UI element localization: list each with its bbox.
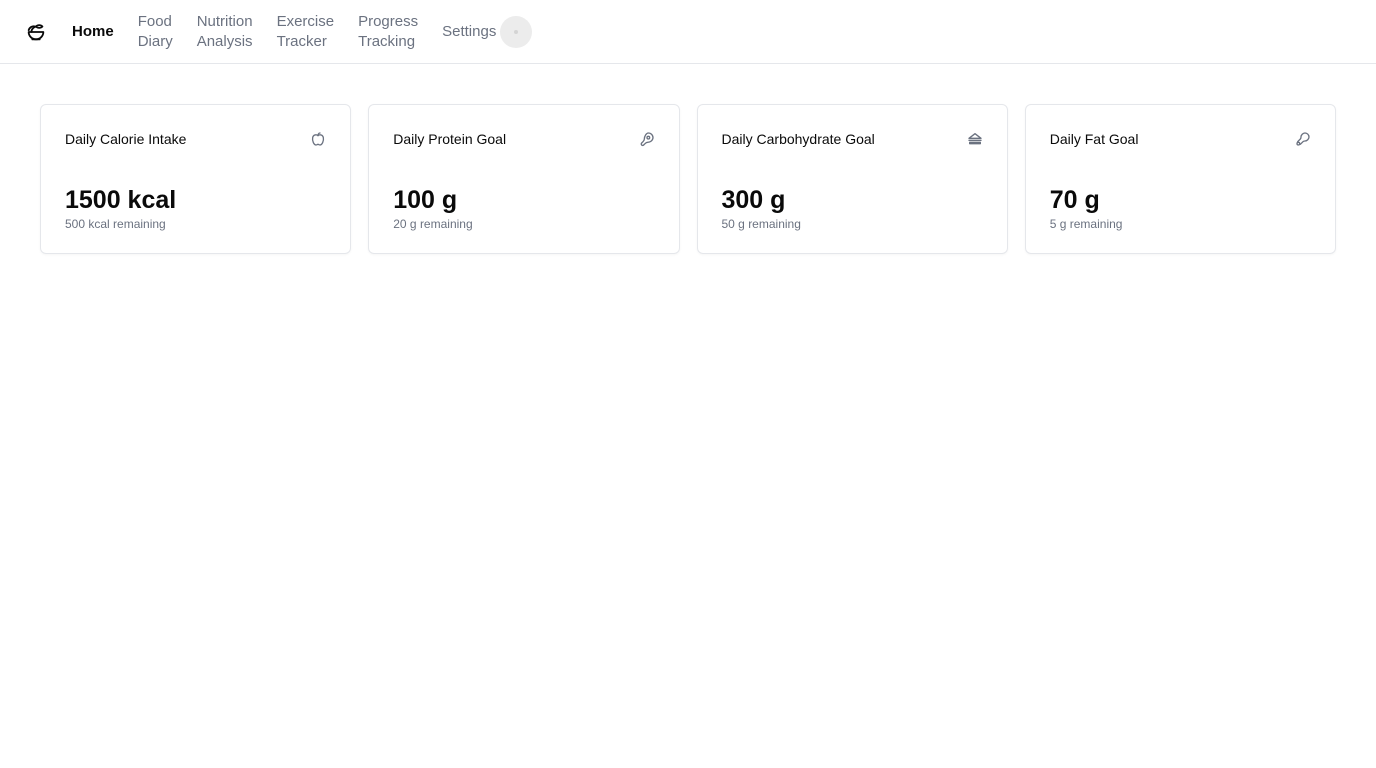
apple-icon — [310, 131, 326, 147]
card-value: 300 g — [721, 186, 786, 214]
top-navigation-bar: Home Food Diary Nutrition Analysis Exerc… — [0, 0, 1376, 64]
nav-item-progress-tracking[interactable]: Progress Tracking — [358, 12, 418, 52]
card-remaining: 20 g remaining — [393, 217, 473, 231]
card-remaining: 50 g remaining — [721, 217, 801, 231]
salad-bowl-logo-icon[interactable] — [24, 20, 48, 44]
nav-item-home[interactable]: Home — [72, 22, 114, 42]
main-nav: Home Food Diary Nutrition Analysis Exerc… — [72, 12, 533, 52]
goal-cards: Daily Calorie Intake 1500 kcal 500 kcal … — [0, 64, 1376, 254]
card-carbohydrate-goal: Daily Carbohydrate Goal 300 g 50 g remai… — [696, 104, 1008, 254]
card-remaining: 5 g remaining — [1049, 217, 1123, 231]
card-title: Daily Calorie Intake — [65, 131, 187, 147]
user-avatar[interactable] — [500, 15, 533, 48]
card-title: Daily Protein Goal — [393, 131, 507, 147]
nav-item-nutrition-analysis[interactable]: Nutrition Analysis — [197, 12, 253, 52]
card-fat-goal: Daily Fat Goal 70 g 5 g remaining — [1024, 104, 1336, 254]
sandwich-icon — [967, 131, 983, 147]
nav-item-food-diary[interactable]: Food Diary — [138, 12, 173, 52]
card-value: 70 g — [1049, 186, 1100, 214]
nav-item-exercise-tracker[interactable]: Exercise Tracker — [277, 12, 335, 52]
drumstick-icon — [1295, 131, 1311, 147]
nav-item-settings[interactable]: Settings — [442, 22, 496, 42]
card-protein-goal: Daily Protein Goal 100 g 20 g remaining — [368, 104, 680, 254]
card-title: Daily Carbohydrate Goal — [721, 131, 875, 147]
card-title: Daily Fat Goal — [1049, 131, 1139, 147]
card-value: 100 g — [393, 186, 458, 214]
card-remaining: 500 kcal remaining — [65, 217, 166, 231]
card-value: 1500 kcal — [65, 186, 177, 214]
card-calorie-intake: Daily Calorie Intake 1500 kcal 500 kcal … — [40, 104, 352, 254]
meat-icon — [639, 131, 655, 147]
